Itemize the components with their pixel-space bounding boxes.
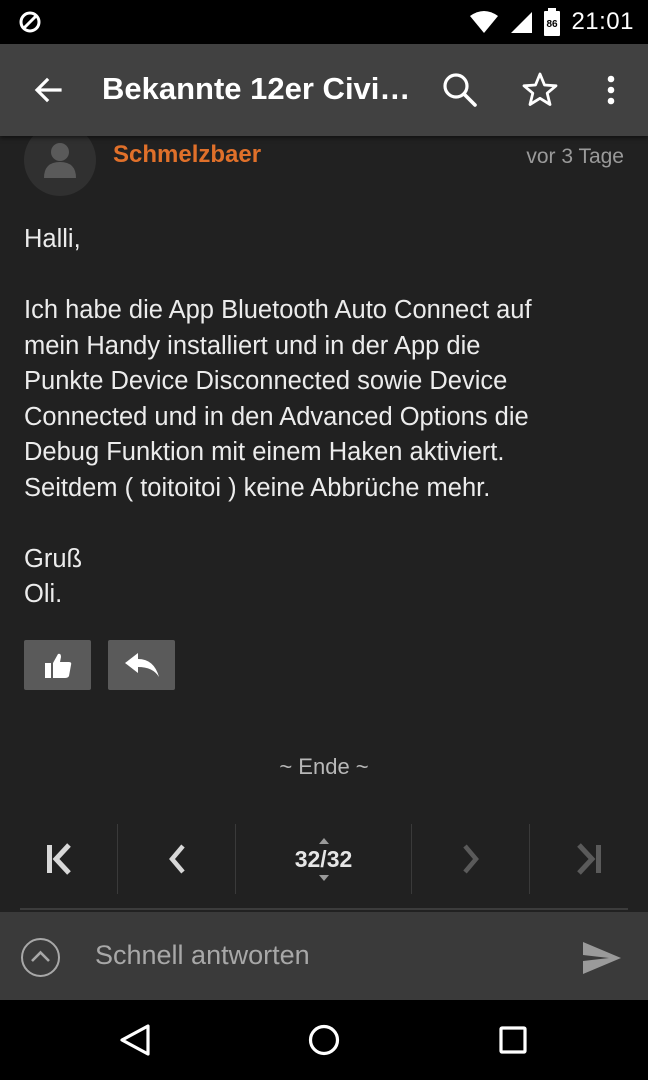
last-page-button[interactable] xyxy=(530,824,648,894)
back-triangle-icon[interactable] xyxy=(115,1020,155,1060)
post-line: mein Handy installiert und in der App di… xyxy=(24,331,481,360)
app-bar: Bekannte 12er Civi… xyxy=(0,44,648,136)
quick-reply-input[interactable]: Schnell antworten xyxy=(95,940,310,971)
chevron-right-icon xyxy=(462,844,479,874)
post-line: Connected und in den Advanced Options di… xyxy=(24,402,529,431)
thread-title: Bekannte 12er Civi… xyxy=(102,71,411,106)
caret-down-icon xyxy=(318,874,329,881)
caret-up-icon xyxy=(318,837,329,844)
back-arrow-icon[interactable] xyxy=(28,70,68,110)
page-indicator: 32/32 xyxy=(294,845,353,872)
search-icon[interactable] xyxy=(440,70,480,110)
battery-level: 86 xyxy=(547,19,559,30)
quick-reply-bar: Schnell antworten xyxy=(0,912,648,1000)
do-not-disturb-icon xyxy=(19,11,41,33)
first-page-button[interactable] xyxy=(0,824,117,894)
post-line: Seitdem ( toitoitoi ) keine Abbrüche meh… xyxy=(24,473,491,502)
end-of-thread-label: ~ Ende ~ xyxy=(279,754,369,779)
recents-square-icon[interactable] xyxy=(493,1020,533,1060)
overflow-menu-icon[interactable] xyxy=(591,70,631,110)
signoff-line: Oli. xyxy=(24,580,63,608)
first-page-icon xyxy=(46,843,71,875)
post-line: Ich habe die App Bluetooth Auto Connect … xyxy=(24,296,532,324)
post-line: Debug Funktion mit einem Haken aktiviert… xyxy=(24,438,505,466)
post-body: Halli, Ich habe die App Bluetooth Auto C… xyxy=(24,222,628,648)
cell-signal-icon xyxy=(511,12,533,33)
pagination-bar: 32/32 xyxy=(0,824,648,894)
signoff-line: Gruß xyxy=(24,544,83,573)
status-bar: 86 21:01 xyxy=(0,0,648,44)
post-author[interactable]: Schmelzbaer xyxy=(113,141,261,169)
chevron-left-icon xyxy=(168,844,185,874)
clock: 21:01 xyxy=(571,8,634,35)
expand-up-icon[interactable] xyxy=(20,937,61,978)
home-circle-icon[interactable] xyxy=(304,1020,344,1060)
post-date: vor 3 Tage xyxy=(526,145,624,168)
like-button[interactable] xyxy=(24,640,91,690)
next-page-button[interactable] xyxy=(412,824,529,894)
reply-button[interactable] xyxy=(108,640,175,690)
previous-page-button[interactable] xyxy=(118,824,235,894)
send-icon[interactable] xyxy=(581,940,623,976)
post-content: Schmelzbaer vor 3 Tage Halli, Ich habe d… xyxy=(0,136,648,912)
like-icon xyxy=(44,653,71,678)
last-page-icon xyxy=(577,843,601,875)
page-selector[interactable]: 32/32 xyxy=(236,824,411,894)
post-paragraph: Ich habe die App Bluetooth Auto Connect … xyxy=(24,293,628,506)
user-placeholder-icon xyxy=(44,143,76,178)
pager-divider-line xyxy=(20,908,628,910)
avatar[interactable] xyxy=(24,136,96,196)
post-line: Punkte Device Disconnected sowie Device xyxy=(24,367,508,395)
battery-icon: 86 xyxy=(544,8,561,36)
system-navigation-bar xyxy=(0,1000,648,1080)
wifi-icon xyxy=(470,11,499,33)
star-icon[interactable] xyxy=(520,70,560,110)
post-signoff: Gruß Oli. xyxy=(24,542,628,613)
reply-icon xyxy=(124,653,159,677)
post-greeting: Halli, xyxy=(24,225,81,253)
